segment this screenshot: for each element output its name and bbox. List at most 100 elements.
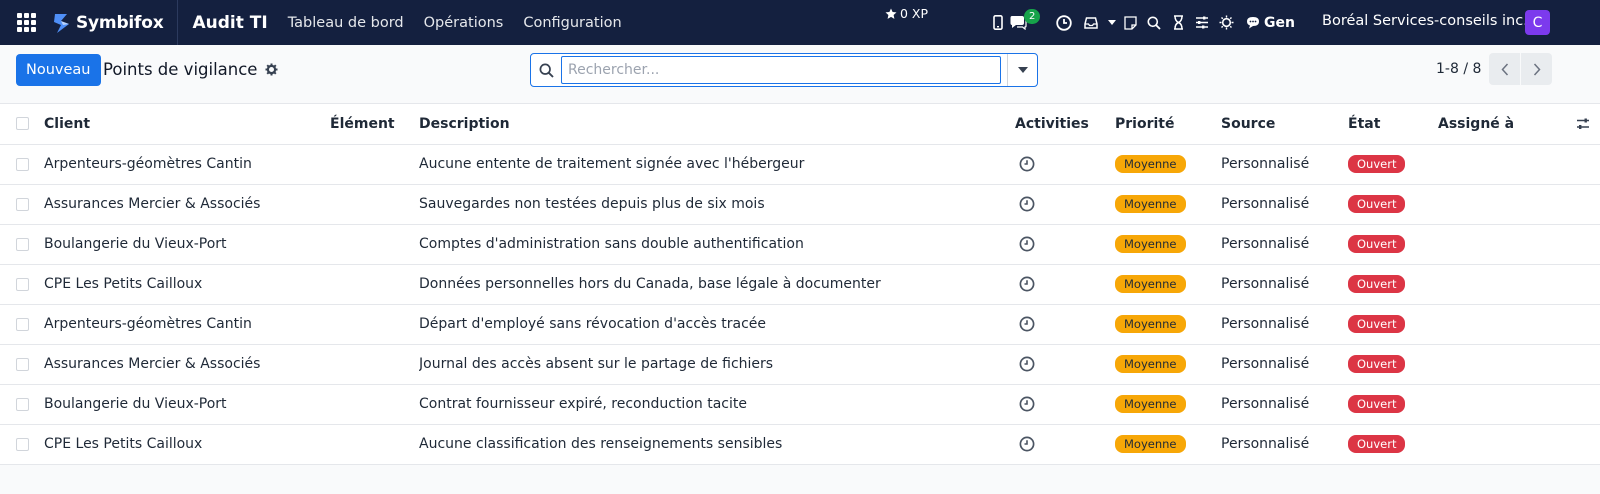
inbox-dropdown-toggle[interactable] xyxy=(1106,0,1118,45)
app-name[interactable]: Audit TI xyxy=(192,13,267,33)
column-header-element[interactable]: Élément xyxy=(330,104,419,145)
cell-description[interactable]: Journal des accès absent sur le partage … xyxy=(419,344,1015,385)
activity-button[interactable] xyxy=(1015,396,1115,412)
activity-button[interactable] xyxy=(1015,156,1115,172)
mobile-button[interactable] xyxy=(986,0,1010,45)
activity-button[interactable] xyxy=(1015,276,1115,292)
column-header-priority[interactable]: Priorité xyxy=(1115,104,1221,145)
cell-description[interactable]: Aucune classification des renseignements… xyxy=(419,424,1015,465)
cell-assigned[interactable] xyxy=(1438,344,1538,385)
cell-element[interactable] xyxy=(330,384,419,425)
select-all-checkbox[interactable] xyxy=(16,117,29,131)
cell-assigned[interactable] xyxy=(1438,224,1538,265)
gear-icon[interactable] xyxy=(265,63,278,76)
cell-client[interactable]: Arpenteurs-géomètres Cantin xyxy=(44,144,330,185)
activity-button[interactable] xyxy=(1015,356,1115,372)
search-input[interactable] xyxy=(561,56,1001,84)
new-button[interactable]: Nouveau xyxy=(16,54,101,86)
cell-element[interactable] xyxy=(330,424,419,465)
table-row[interactable]: Boulangerie du Vieux-Port Contrat fourni… xyxy=(0,384,1600,425)
menu-item-configuration[interactable]: Configuration xyxy=(523,15,621,31)
column-header-state[interactable]: État xyxy=(1348,104,1438,145)
cell-source[interactable]: Personnalisé xyxy=(1221,344,1348,385)
column-header-source[interactable]: Source xyxy=(1221,104,1348,145)
row-checkbox[interactable] xyxy=(16,277,29,291)
table-row[interactable]: Assurances Mercier & Associés Journal de… xyxy=(0,344,1600,385)
search-submit[interactable] xyxy=(531,63,561,78)
messages-button[interactable]: 2 xyxy=(1010,0,1050,45)
company-switcher[interactable]: Boréal Services-conseils inc. xyxy=(1322,13,1528,29)
cell-client[interactable]: CPE Les Petits Cailloux xyxy=(44,264,330,305)
optional-columns-toggle[interactable] xyxy=(1538,104,1600,145)
table-row[interactable]: Arpenteurs-géomètres Cantin Départ d'emp… xyxy=(0,304,1600,345)
apps-menu-button[interactable] xyxy=(0,0,52,45)
cell-source[interactable]: Personnalisé xyxy=(1221,144,1348,185)
cell-description[interactable]: Sauvegardes non testées depuis plus de s… xyxy=(419,184,1015,225)
cell-assigned[interactable] xyxy=(1438,144,1538,185)
cell-assigned[interactable] xyxy=(1438,384,1538,425)
menu-item-dashboard[interactable]: Tableau de bord xyxy=(288,15,404,31)
cell-element[interactable] xyxy=(330,144,419,185)
table-row[interactable]: Assurances Mercier & Associés Sauvegarde… xyxy=(0,184,1600,225)
timer-button[interactable] xyxy=(1166,0,1190,45)
cell-element[interactable] xyxy=(330,344,419,385)
row-checkbox[interactable] xyxy=(16,237,29,251)
table-row[interactable]: CPE Les Petits Cailloux Données personne… xyxy=(0,264,1600,305)
activities-button[interactable] xyxy=(1052,0,1076,45)
activity-button[interactable] xyxy=(1015,236,1115,252)
column-header-client[interactable]: Client xyxy=(44,104,330,145)
brand[interactable]: Symbifox xyxy=(52,0,179,45)
cell-assigned[interactable] xyxy=(1438,264,1538,305)
column-header-assigned[interactable]: Assigné à xyxy=(1438,104,1538,145)
cell-source[interactable]: Personnalisé xyxy=(1221,424,1348,465)
row-checkbox[interactable] xyxy=(16,317,29,331)
cell-description[interactable]: Données personnelles hors du Canada, bas… xyxy=(419,264,1015,305)
cell-element[interactable] xyxy=(330,184,419,225)
activity-button[interactable] xyxy=(1015,436,1115,452)
row-checkbox[interactable] xyxy=(16,197,29,211)
cell-client[interactable]: Assurances Mercier & Associés xyxy=(44,344,330,385)
pager-next-button[interactable] xyxy=(1521,53,1552,85)
gen-ai-button[interactable]: Gen xyxy=(1246,15,1295,31)
cell-source[interactable]: Personnalisé xyxy=(1221,184,1348,225)
cell-description[interactable]: Contrat fournisseur expiré, reconduction… xyxy=(419,384,1015,425)
notes-button[interactable] xyxy=(1118,0,1142,45)
cell-description[interactable]: Comptes d'administration sans double aut… xyxy=(419,224,1015,265)
cell-source[interactable]: Personnalisé xyxy=(1221,384,1348,425)
column-header-description[interactable]: Description xyxy=(419,104,1015,145)
theme-toggle-button[interactable] xyxy=(1214,0,1238,45)
search-options-toggle[interactable] xyxy=(1007,54,1037,86)
cell-source[interactable]: Personnalisé xyxy=(1221,264,1348,305)
cell-element[interactable] xyxy=(330,224,419,265)
row-checkbox[interactable] xyxy=(16,157,29,171)
inbox-button[interactable] xyxy=(1076,0,1106,45)
column-header-activities[interactable]: Activities xyxy=(1015,104,1115,145)
row-checkbox[interactable] xyxy=(16,437,29,451)
user-avatar[interactable]: C xyxy=(1525,10,1550,35)
cell-assigned[interactable] xyxy=(1438,184,1538,225)
table-row[interactable]: CPE Les Petits Cailloux Aucune classific… xyxy=(0,424,1600,465)
settings-sliders-button[interactable] xyxy=(1190,0,1214,45)
search-button[interactable] xyxy=(1142,0,1166,45)
cell-element[interactable] xyxy=(330,304,419,345)
cell-source[interactable]: Personnalisé xyxy=(1221,304,1348,345)
cell-client[interactable]: Assurances Mercier & Associés xyxy=(44,184,330,225)
cell-element[interactable] xyxy=(330,264,419,305)
pager-value[interactable]: 1-8 / 8 xyxy=(1436,61,1481,77)
cell-client[interactable]: Arpenteurs-géomètres Cantin xyxy=(44,304,330,345)
activity-button[interactable] xyxy=(1015,316,1115,332)
cell-assigned[interactable] xyxy=(1438,304,1538,345)
cell-source[interactable]: Personnalisé xyxy=(1221,224,1348,265)
row-checkbox[interactable] xyxy=(16,357,29,371)
cell-client[interactable]: CPE Les Petits Cailloux xyxy=(44,424,330,465)
pager-previous-button[interactable] xyxy=(1489,53,1520,85)
activity-button[interactable] xyxy=(1015,196,1115,212)
cell-assigned[interactable] xyxy=(1438,424,1538,465)
table-row[interactable]: Boulangerie du Vieux-Port Comptes d'admi… xyxy=(0,224,1600,265)
xp-indicator[interactable]: 0 XP xyxy=(885,6,928,21)
cell-client[interactable]: Boulangerie du Vieux-Port xyxy=(44,224,330,265)
cell-client[interactable]: Boulangerie du Vieux-Port xyxy=(44,384,330,425)
cell-description[interactable]: Aucune entente de traitement signée avec… xyxy=(419,144,1015,185)
row-checkbox[interactable] xyxy=(16,397,29,411)
cell-description[interactable]: Départ d'employé sans révocation d'accès… xyxy=(419,304,1015,345)
